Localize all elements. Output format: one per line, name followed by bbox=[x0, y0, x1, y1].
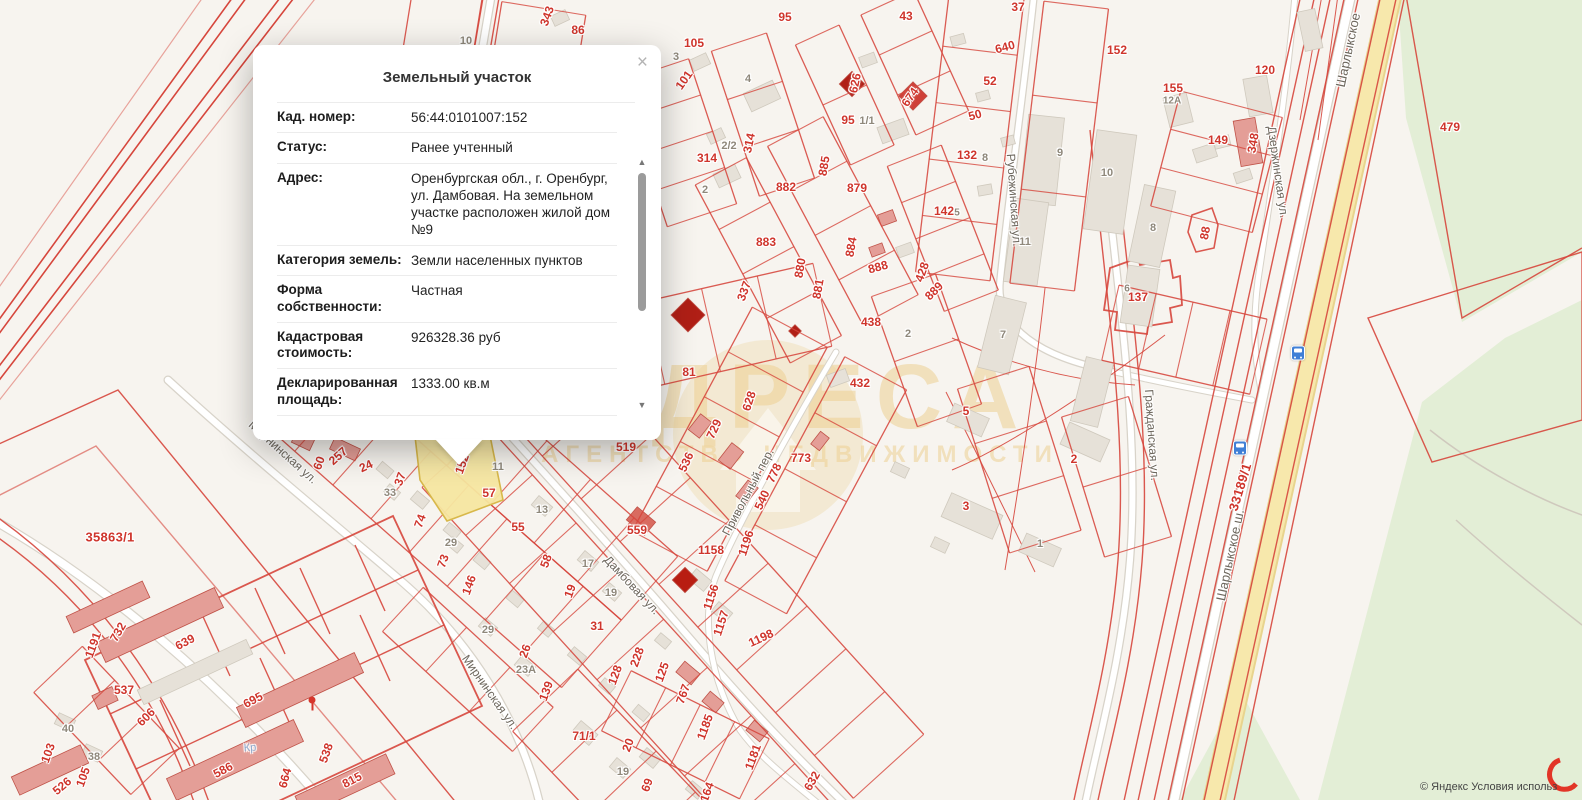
popup-row-value: 56:44:0101007:152 bbox=[411, 109, 617, 126]
scroll-thumb[interactable] bbox=[638, 173, 646, 311]
popup-row: Адрес:Оренбургская обл., г. Оренбург, ул… bbox=[277, 164, 617, 246]
popup-row: Кад. номер:56:44:0101007:152 bbox=[277, 103, 617, 133]
map-viewport[interactable]: АДРЕСА АГЕНТСТВО НЕДВИЖИМОСТИ bbox=[0, 0, 1582, 800]
popup-row: Статус:Ранее учтенный bbox=[277, 133, 617, 163]
popup-row: Категория земель:Земли населенных пункто… bbox=[277, 246, 617, 276]
popup-row-label: Декларированная площадь: bbox=[277, 375, 411, 409]
popup-scrollbar[interactable]: ▲ ▼ bbox=[636, 157, 648, 410]
scroll-up-icon[interactable]: ▲ bbox=[636, 157, 648, 167]
popup-row-value: Ранее учтенный bbox=[411, 139, 617, 156]
parcel-info-popup: × Земельный участок Кад. номер:56:44:010… bbox=[253, 45, 661, 440]
popup-row-value: Частная bbox=[411, 282, 617, 299]
close-icon[interactable]: × bbox=[637, 53, 648, 72]
popup-row-value: 1333.00 кв.м bbox=[411, 375, 617, 392]
transit-stop-icon bbox=[1291, 346, 1305, 361]
popup-row-label: Форма собственности: bbox=[277, 282, 411, 316]
popup-row: Декларированная площадь:1333.00 кв.м bbox=[277, 369, 617, 416]
popup-row-value: Земли населенных пунктов bbox=[411, 252, 617, 269]
popup-row: Форма собственности:Частная bbox=[277, 276, 617, 323]
popup-row-value: 926328.36 руб bbox=[411, 329, 617, 346]
popup-title: Земельный участок bbox=[253, 45, 661, 102]
popup-rows: Кад. номер:56:44:0101007:152Статус:Ранее… bbox=[277, 102, 635, 416]
popup-row-value: Оренбургская обл., г. Оренбург, ул. Дамб… bbox=[411, 170, 617, 239]
cadastral-map[interactable]: АДРЕСА АГЕНТСТВО НЕДВИЖИМОСТИ bbox=[0, 0, 1582, 800]
map-attribution[interactable]: © Яндекс Условия использ bbox=[1420, 781, 1557, 793]
map-pin-icon bbox=[309, 697, 316, 704]
scroll-down-icon[interactable]: ▼ bbox=[636, 400, 648, 410]
popup-row-label: Кадастровая стоимость: bbox=[277, 329, 411, 363]
popup-row: Кадастровая стоимость:926328.36 руб bbox=[277, 323, 617, 370]
popup-pointer bbox=[435, 439, 483, 465]
popup-row-label: Кад. номер: bbox=[277, 109, 411, 126]
popup-row-label: Адрес: bbox=[277, 170, 411, 187]
popup-row-label: Категория земель: bbox=[277, 252, 411, 269]
popup-row-label: Статус: bbox=[277, 139, 411, 156]
transit-stop-icon bbox=[1233, 441, 1247, 456]
